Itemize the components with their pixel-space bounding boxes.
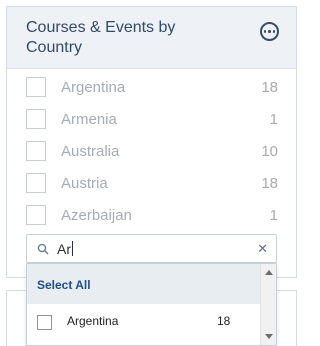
option-checkbox[interactable]: [37, 315, 52, 330]
search-input-value[interactable]: Ar: [57, 241, 73, 257]
country-checkbox[interactable]: [26, 173, 46, 193]
list-item[interactable]: Australia 10: [7, 133, 296, 165]
dot: [263, 30, 267, 33]
country-count: 18: [261, 79, 278, 96]
close-icon[interactable]: ✕: [257, 241, 268, 257]
country-name: Australia: [61, 143, 120, 160]
country-checkbox[interactable]: [26, 205, 46, 225]
option-count: 18: [217, 314, 231, 328]
list-item[interactable]: Argentina 18: [7, 69, 296, 101]
list-item[interactable]: Armenia 1: [7, 101, 296, 133]
scroll-up-icon[interactable]: [265, 270, 273, 275]
list-item[interactable]: Azerbaijan 1: [7, 197, 296, 229]
search-icon: [37, 243, 49, 255]
search-results-dropdown: Select All Argentina 18: [26, 263, 277, 346]
page: Courses & Events by Country Argentina 18…: [0, 0, 303, 346]
text-caret: [72, 241, 73, 256]
select-all-label: Select All: [37, 278, 91, 292]
country-name: Azerbaijan: [61, 207, 132, 224]
country-name: Armenia: [61, 111, 117, 128]
country-checkbox[interactable]: [26, 141, 46, 161]
scroll-down-icon[interactable]: [265, 334, 273, 339]
country-list: Argentina 18 Armenia 1 Australia 10 Aust…: [7, 69, 296, 229]
dot: [272, 30, 276, 33]
search-input[interactable]: Ar ✕: [26, 234, 277, 263]
search-value: Ar: [57, 241, 71, 257]
list-item[interactable]: Austria 18: [7, 165, 296, 197]
dropdown-scrollbar[interactable]: [260, 264, 276, 345]
panel-title: Courses & Events by Country: [26, 19, 176, 56]
more-options-icon[interactable]: [260, 22, 279, 41]
country-count: 10: [261, 143, 278, 160]
country-count: 1: [269, 207, 278, 224]
dot: [268, 30, 271, 33]
country-name: Austria: [61, 175, 108, 192]
country-count: 18: [261, 175, 278, 192]
option-name: Argentina: [67, 314, 119, 328]
country-count: 1: [269, 111, 278, 128]
country-checkbox[interactable]: [26, 77, 46, 97]
select-all-option[interactable]: Select All: [27, 264, 260, 304]
country-name: Argentina: [61, 79, 126, 96]
dropdown-option[interactable]: Argentina 18: [27, 308, 260, 334]
country-checkbox[interactable]: [26, 109, 46, 129]
panel-header: Courses & Events by Country: [7, 7, 296, 69]
